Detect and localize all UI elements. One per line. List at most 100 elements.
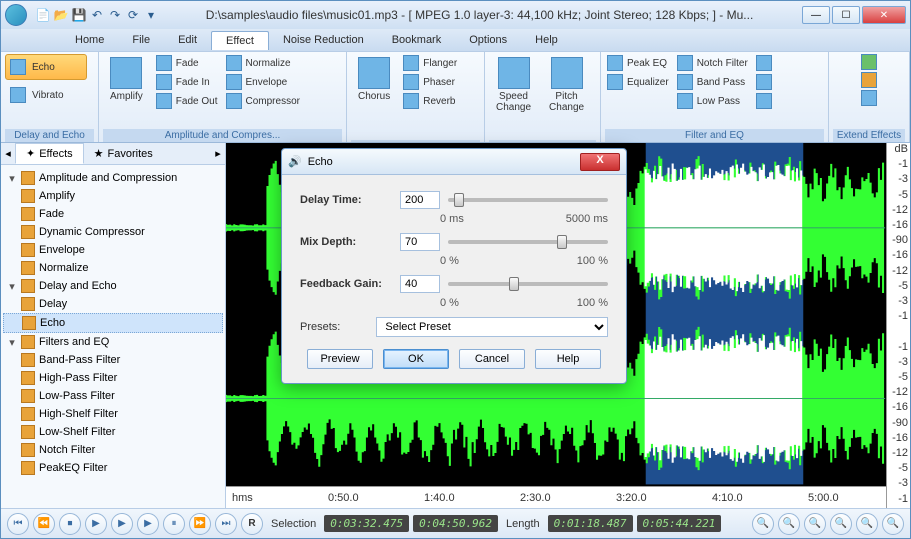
ribbon-compressor-button[interactable]: Compressor xyxy=(224,92,302,110)
ribbon-bandpass-button[interactable]: Band Pass xyxy=(675,73,750,91)
ribbon-phaser-button[interactable]: Phaser xyxy=(401,73,459,91)
menu-noise-reduction[interactable]: Noise Reduction xyxy=(269,31,378,49)
qat-dropdown-icon[interactable]: ▾ xyxy=(143,7,159,23)
menu-effect[interactable]: Effect xyxy=(211,31,269,50)
presets-select[interactable]: Select Preset xyxy=(376,317,608,337)
forward-button[interactable]: ⏩ xyxy=(189,513,211,535)
stop-button[interactable]: ⏹ xyxy=(59,513,81,535)
menu-edit[interactable]: Edit xyxy=(164,31,211,49)
record-button[interactable]: R xyxy=(241,513,263,535)
menu-home[interactable]: Home xyxy=(61,31,118,49)
ribbon-envelope-button[interactable]: Envelope xyxy=(224,73,302,91)
pause-button[interactable]: ⏸ xyxy=(163,513,185,535)
ribbon-pitch-change-button[interactable]: Pitch Change xyxy=(542,54,591,116)
ribbon-fadein-button[interactable]: Fade In xyxy=(154,73,220,91)
mix-depth-slider[interactable] xyxy=(448,235,608,249)
tree-item[interactable]: ▾Filters and EQ xyxy=(3,333,223,351)
minimize-button[interactable]: — xyxy=(802,6,830,24)
tree-item[interactable]: Low-Pass Filter xyxy=(3,387,223,405)
qat-undo-icon[interactable]: ↶ xyxy=(89,7,105,23)
tree-item[interactable]: Fade xyxy=(3,205,223,223)
feedback-gain-slider[interactable] xyxy=(448,277,608,291)
qat-save-icon[interactable]: 💾 xyxy=(71,7,87,23)
rewind-start-button[interactable]: ⏮ xyxy=(7,513,29,535)
rewind-button[interactable]: ⏪ xyxy=(33,513,55,535)
play-from-start-button[interactable]: ▶ xyxy=(85,513,107,535)
tree-item[interactable]: Delay xyxy=(3,295,223,313)
ribbon-equalizer-button[interactable]: Equalizer xyxy=(605,73,671,91)
qat-redo-icon[interactable]: ↷ xyxy=(107,7,123,23)
play-selection-button[interactable]: ▶ xyxy=(137,513,159,535)
tree-item[interactable]: Envelope xyxy=(3,241,223,259)
ok-button[interactable]: OK xyxy=(383,349,449,369)
extend-icon[interactable] xyxy=(861,90,877,106)
ribbon-echo-button[interactable]: Echo xyxy=(5,54,87,80)
tree-item[interactable]: Dynamic Compressor xyxy=(3,223,223,241)
envelope-icon xyxy=(226,74,242,90)
tab-effects[interactable]: ✦Effects xyxy=(15,143,84,164)
ribbon-extra2[interactable] xyxy=(754,73,774,91)
effects-tree[interactable]: ▾Amplitude and CompressionAmplifyFadeDyn… xyxy=(1,165,225,508)
tree-item[interactable]: High-Pass Filter xyxy=(3,369,223,387)
play-button[interactable]: ▶ xyxy=(111,513,133,535)
menu-help[interactable]: Help xyxy=(521,31,572,49)
echo-dialog: 🔊 Echo X Delay Time: 0 ms5000 ms Mix Dep… xyxy=(281,148,627,384)
ribbon-amplify-button[interactable]: Amplify xyxy=(103,54,150,105)
tree-item[interactable]: Amplify xyxy=(3,187,223,205)
menu-bookmark[interactable]: Bookmark xyxy=(378,31,456,49)
ribbon-extra3[interactable] xyxy=(754,92,774,110)
mix-depth-input[interactable] xyxy=(400,233,440,251)
delay-time-slider[interactable] xyxy=(448,193,608,207)
tree-item[interactable]: Low-Shelf Filter xyxy=(3,423,223,441)
dialog-close-button[interactable]: X xyxy=(580,153,620,171)
feedback-gain-input[interactable] xyxy=(400,275,440,293)
tree-item[interactable]: ▾Amplitude and Compression xyxy=(3,169,223,187)
ribbon-vibrato-button[interactable]: Vibrato xyxy=(5,82,87,108)
ribbon-notch-button[interactable]: Notch Filter xyxy=(675,54,750,72)
ribbon-peakeq-button[interactable]: Peak EQ xyxy=(605,54,671,72)
help-button[interactable]: Help xyxy=(535,349,601,369)
tree-item[interactable]: Echo xyxy=(3,313,223,333)
zoom-fit-button[interactable]: 🔍 xyxy=(752,513,774,535)
timeline-ruler[interactable]: hms0:50.01:40.02:30.03:20.04:10.05:00.0 xyxy=(226,486,886,508)
tree-item[interactable]: Normalize xyxy=(3,259,223,277)
tree-item[interactable]: ▾Delay and Echo xyxy=(3,277,223,295)
qat-new-icon[interactable]: 📄 xyxy=(35,7,51,23)
extend-icon[interactable] xyxy=(861,72,877,88)
ribbon-extra1[interactable] xyxy=(754,54,774,72)
zoom-out-button[interactable]: 🔍 xyxy=(830,513,852,535)
close-button[interactable]: ✕ xyxy=(862,6,906,24)
ribbon-flanger-button[interactable]: Flanger xyxy=(401,54,459,72)
zoom-v-out-button[interactable]: 🔍 xyxy=(882,513,904,535)
ribbon-chorus-button[interactable]: Chorus xyxy=(351,54,397,105)
tree-item[interactable]: Band-Pass Filter xyxy=(3,351,223,369)
menu-options[interactable]: Options xyxy=(455,31,521,49)
ribbon-fadeout-button[interactable]: Fade Out xyxy=(154,92,220,110)
zoom-selection-button[interactable]: 🔍 xyxy=(778,513,800,535)
tree-item[interactable]: High-Shelf Filter xyxy=(3,405,223,423)
tree-item[interactable]: PeakEQ Filter xyxy=(3,459,223,477)
ribbon-reverb-button[interactable]: Reverb xyxy=(401,92,459,110)
delay-time-input[interactable] xyxy=(400,191,440,209)
ribbon-fade-button[interactable]: Fade xyxy=(154,54,220,72)
tab-favorites[interactable]: ★Favorites xyxy=(84,144,163,163)
qat-open-icon[interactable]: 📂 xyxy=(53,7,69,23)
tree-item[interactable]: Notch Filter xyxy=(3,441,223,459)
zoom-v-in-button[interactable]: 🔍 xyxy=(856,513,878,535)
ribbon-speed-change-button[interactable]: Speed Change xyxy=(489,54,538,116)
forward-end-button[interactable]: ⏭ xyxy=(215,513,237,535)
dialog-titlebar[interactable]: 🔊 Echo X xyxy=(282,149,626,175)
extend-icon[interactable] xyxy=(861,54,877,70)
cancel-button[interactable]: Cancel xyxy=(459,349,525,369)
qat-refresh-icon[interactable]: ⟳ xyxy=(125,7,141,23)
maximize-button[interactable]: ☐ xyxy=(832,6,860,24)
quick-access-toolbar: 📄 📂 💾 ↶ ↷ ⟳ ▾ xyxy=(35,7,159,23)
menu-file[interactable]: File xyxy=(118,31,164,49)
app-icon[interactable] xyxy=(5,4,27,26)
sidebar-collapse-right-icon[interactable]: ▸ xyxy=(211,147,225,160)
zoom-in-button[interactable]: 🔍 xyxy=(804,513,826,535)
ribbon-lowpass-button[interactable]: Low Pass xyxy=(675,92,750,110)
preview-button[interactable]: Preview xyxy=(307,349,373,369)
sidebar-collapse-left-icon[interactable]: ◂ xyxy=(1,147,15,160)
ribbon-normalize-button[interactable]: Normalize xyxy=(224,54,302,72)
